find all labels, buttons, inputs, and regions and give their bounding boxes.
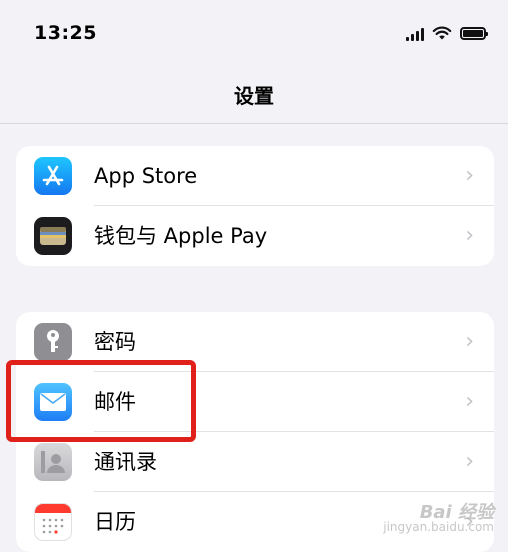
status-icons bbox=[406, 26, 488, 41]
contacts-icon bbox=[34, 443, 72, 481]
chevron-right-icon: › bbox=[465, 163, 474, 188]
page-title: 设置 bbox=[234, 84, 274, 108]
key-icon bbox=[34, 323, 72, 361]
watermark-brand: Bai 经验 bbox=[419, 502, 494, 523]
wallet-icon bbox=[34, 217, 72, 255]
chevron-right-icon: › bbox=[465, 329, 474, 354]
watermark-url: jingyan.baidu.com bbox=[383, 520, 494, 534]
settings-row-label: 日历 bbox=[94, 510, 136, 534]
settings-group-store: App Store › 钱包与 Apple Pay › bbox=[16, 146, 494, 266]
settings-row-label: 钱包与 Apple Pay bbox=[94, 224, 268, 248]
watermark: Bai 经验 jingyan.baidu.com bbox=[383, 502, 494, 535]
wifi-icon bbox=[432, 26, 452, 40]
settings-row-label: App Store bbox=[94, 164, 198, 188]
highlight-annotation-box bbox=[6, 360, 196, 442]
chevron-right-icon: › bbox=[465, 389, 474, 414]
settings-row-app-store[interactable]: App Store › bbox=[16, 146, 494, 206]
settings-row-wallet[interactable]: 钱包与 Apple Pay › bbox=[16, 206, 494, 266]
status-bar: 13:25 bbox=[0, 0, 508, 70]
app-store-icon bbox=[34, 157, 72, 195]
battery-icon bbox=[460, 27, 488, 40]
nav-divider bbox=[0, 123, 508, 124]
status-time: 13:25 bbox=[34, 22, 97, 44]
calendar-icon bbox=[34, 503, 72, 541]
chevron-right-icon: › bbox=[465, 223, 474, 248]
chevron-right-icon: › bbox=[465, 449, 474, 474]
cellular-signal-icon bbox=[406, 27, 424, 41]
